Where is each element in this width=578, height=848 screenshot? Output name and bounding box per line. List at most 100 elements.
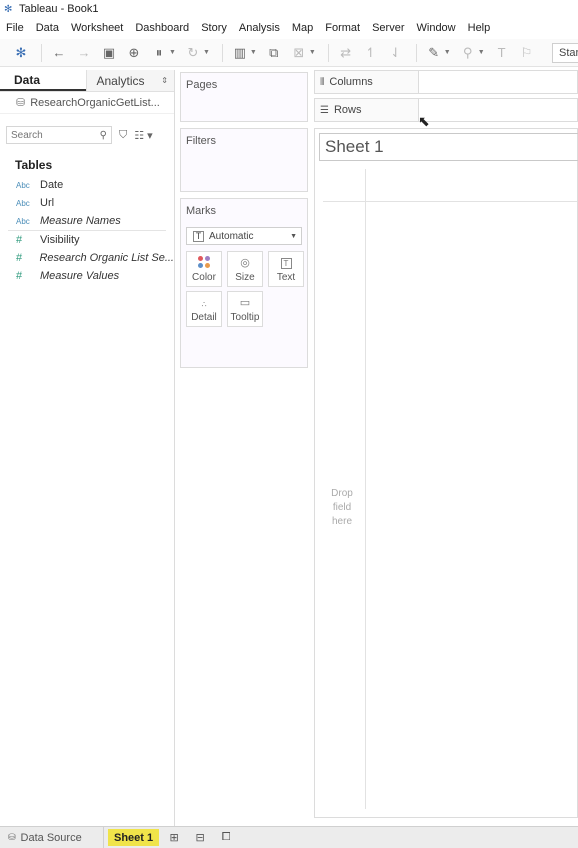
- duplicate-sheet-icon[interactable]: ⧉: [263, 42, 285, 64]
- database-icon: ⛁: [8, 832, 16, 842]
- tooltip-button[interactable]: ▭ Tooltip: [227, 291, 263, 327]
- field-item[interactable]: Abc Date: [0, 176, 174, 194]
- chevron-down-icon[interactable]: ▼: [309, 49, 316, 56]
- mark-type-dropdown[interactable]: T Automatic ▼: [186, 227, 302, 245]
- filter-icon[interactable]: ⛉: [119, 129, 127, 142]
- menu-help[interactable]: Help: [468, 22, 491, 34]
- field-name: Date: [40, 179, 64, 191]
- sort-ascending-icon[interactable]: ↿: [360, 42, 382, 64]
- new-dashboard-icon[interactable]: ⊟: [189, 829, 211, 847]
- new-worksheet-icon[interactable]: ▥: [229, 42, 251, 64]
- pause-updates-icon[interactable]: ⏸: [148, 42, 170, 64]
- field-item[interactable]: # Research Organic List Se...: [0, 249, 174, 267]
- detail-button[interactable]: ∴ Detail: [186, 291, 222, 327]
- tableau-logo-icon: ✻: [4, 3, 13, 15]
- undo-icon[interactable]: ←: [48, 42, 70, 64]
- menu-analysis[interactable]: Analysis: [239, 22, 280, 34]
- tab-analytics-label: Analytics: [96, 73, 145, 88]
- column-header-divider: [323, 201, 577, 202]
- highlight-icon[interactable]: ✎: [423, 42, 445, 64]
- view-pane: ⦀ Columns ☰ Rows Sheet 1 Drop field here…: [312, 70, 578, 826]
- pin-icon[interactable]: ⚐: [516, 42, 538, 64]
- menu-worksheet[interactable]: Worksheet: [71, 22, 123, 34]
- menu-story[interactable]: Story: [201, 22, 227, 34]
- view-options-icon[interactable]: ☷ ▾: [134, 129, 152, 142]
- menu-server[interactable]: Server: [372, 22, 404, 34]
- chevron-down-icon[interactable]: ▼: [203, 49, 210, 56]
- menu-file[interactable]: File: [6, 22, 24, 34]
- data-pane: Data Analytics ⇕ ⛁ ResearchOrganicGetLis…: [0, 70, 175, 826]
- color-dot: [205, 263, 210, 268]
- data-source-item[interactable]: ⛁ ResearchOrganicGetList...: [0, 92, 174, 114]
- sheet-tab-active[interactable]: Sheet 1: [108, 829, 160, 846]
- new-worksheet-icon[interactable]: ⊞: [163, 829, 185, 847]
- save-icon[interactable]: ▣: [98, 42, 120, 64]
- text-mark-icon: T: [193, 230, 204, 242]
- rows-shelf-label: ☰ Rows: [315, 99, 419, 121]
- sheet-title[interactable]: Sheet 1: [319, 133, 578, 161]
- number-type-icon: #: [16, 270, 23, 282]
- field-item[interactable]: Abc Url: [0, 194, 174, 212]
- chevron-down-icon[interactable]: ▼: [250, 49, 257, 56]
- chevron-down-icon: ▼: [290, 232, 297, 240]
- mark-type-value: Automatic: [209, 230, 254, 242]
- rows-shelf[interactable]: ☰ Rows: [314, 98, 578, 122]
- tab-data[interactable]: Data: [0, 70, 86, 91]
- marks-title: Marks: [186, 205, 216, 217]
- rows-icon: ☰: [320, 104, 329, 116]
- search-box[interactable]: ⚲: [6, 126, 112, 144]
- tableau-home-icon[interactable]: ✻: [10, 42, 32, 64]
- drop-field-hint[interactable]: Drop field here: [327, 487, 357, 529]
- toolbar-divider: [41, 43, 42, 62]
- rows-label: Rows: [333, 104, 362, 116]
- field-name: Measure Values: [40, 270, 120, 282]
- columns-shelf[interactable]: ⦀ Columns: [314, 70, 578, 94]
- swap-rows-columns-icon[interactable]: ⇄: [335, 42, 357, 64]
- size-label: Size: [235, 272, 255, 283]
- chevron-down-icon[interactable]: ▼: [169, 49, 176, 56]
- toolbar: ✻ ← → ▣ ⊕ ⏸ ▼ ↻ ▼ ▥ ▼ ⧉ ⊠ ▼ ⇄ ↿ ⇃ ✎ ▼ ⚲ …: [0, 39, 578, 67]
- menu-window[interactable]: Window: [417, 22, 456, 34]
- search-input[interactable]: [11, 129, 91, 141]
- string-type-icon: Abc: [16, 216, 30, 226]
- field-item[interactable]: # Measure Values: [0, 267, 174, 285]
- menu-map[interactable]: Map: [292, 22, 313, 34]
- menu-format[interactable]: Format: [325, 22, 360, 34]
- search-icon[interactable]: ⚲: [100, 130, 107, 141]
- menu-bar: File Data Worksheet Dashboard Story Anal…: [0, 19, 578, 37]
- new-story-icon[interactable]: ⧠: [215, 829, 237, 847]
- color-button[interactable]: Color: [186, 251, 222, 287]
- group-icon[interactable]: ⚲: [457, 42, 479, 64]
- field-name: Visibility: [40, 234, 80, 246]
- text-icon: T: [280, 258, 292, 269]
- data-pane-tabs: Data Analytics ⇕: [0, 70, 174, 92]
- field-name: Research Organic List Se...: [39, 252, 174, 264]
- tab-analytics[interactable]: Analytics ⇕: [85, 70, 174, 91]
- worksheet-canvas[interactable]: Sheet 1 Drop field here: [314, 128, 578, 818]
- field-item[interactable]: # Visibility: [0, 231, 174, 249]
- data-source-icon: ⛁: [16, 97, 26, 109]
- menu-data[interactable]: Data: [36, 22, 59, 34]
- sort-descending-icon[interactable]: ⇃: [385, 42, 407, 64]
- show-me-button[interactable]: Star: [552, 42, 578, 63]
- sort-toggle-icon[interactable]: ⇕: [161, 76, 168, 85]
- color-dot: [205, 256, 210, 261]
- size-button[interactable]: ◎ Size: [227, 251, 263, 287]
- menu-dashboard[interactable]: Dashboard: [135, 22, 189, 34]
- data-source-tab[interactable]: ⛁ Data Source: [0, 827, 104, 848]
- title-bar: ✻ Tableau - Book1: [0, 0, 578, 18]
- clear-sheet-icon[interactable]: ⊠: [288, 42, 310, 64]
- toolbar-divider: [327, 43, 329, 62]
- new-data-source-icon[interactable]: ⊕: [123, 42, 145, 64]
- chevron-down-icon[interactable]: ▼: [444, 49, 451, 56]
- color-palette-icon: [198, 256, 210, 268]
- refresh-icon[interactable]: ↻: [182, 42, 204, 64]
- redo-icon[interactable]: →: [73, 42, 95, 64]
- color-label: Color: [192, 272, 216, 283]
- show-labels-icon[interactable]: T: [491, 42, 513, 64]
- text-button[interactable]: T Text: [268, 251, 304, 287]
- chevron-down-icon[interactable]: ▼: [478, 49, 485, 56]
- pages-shelf[interactable]: Pages: [180, 72, 308, 122]
- filters-shelf[interactable]: Filters: [180, 128, 308, 192]
- field-item[interactable]: Abc Measure Names: [0, 212, 174, 230]
